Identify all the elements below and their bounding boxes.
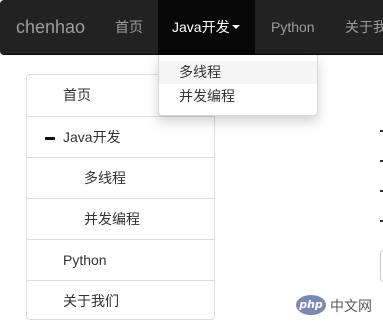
sidebar-item-label: 首页 [63,87,91,103]
navbar-brand[interactable]: chenhao [16,0,85,55]
nav-item-python[interactable]: Python [257,0,329,55]
sidebar-item-label: 并发编程 [84,211,140,227]
php-logo-icon: php [296,295,326,315]
page: chenhao 首页 Java开发 Python 关于我们 首页 Java开发 … [0,0,383,327]
nav-item-java-dropdown[interactable]: Java开发 [158,0,255,55]
sidebar-item-about[interactable]: 关于我们 [27,280,214,321]
sidebar-item-label: 关于我们 [63,293,119,309]
nav-item-label: 关于我们 [345,19,383,35]
java-dropdown-menu: 多线程 并发编程 [158,55,318,116]
sidebar-item-python[interactable]: Python [27,239,214,280]
minus-icon [45,137,55,140]
dropdown-item-multithreading[interactable]: 多线程 [159,61,317,84]
sidebar-item-label: Java开发 [63,129,121,145]
caret-down-icon [231,25,240,30]
nav-item-about[interactable]: 关于我们 [331,0,383,55]
sidebar-item-label: Python [63,252,107,268]
dropdown-item-concurrency[interactable]: 并发编程 [159,85,317,108]
sidebar-item-java[interactable]: Java开发 [27,116,214,157]
navbar: chenhao 首页 Java开发 Python 关于我们 [0,0,383,55]
sidebar-item-multithreading[interactable]: 多线程 [27,157,214,198]
nav-item-home[interactable]: 首页 [101,0,156,55]
watermark-text: 中文网 [330,298,372,314]
nav-item-label: Python [271,19,315,35]
watermark: php 中文网 [296,292,374,320]
sidebar-item-label: 多线程 [84,170,126,186]
nav-item-label: Java开发 [172,19,230,35]
sidebar-item-concurrency[interactable]: 并发编程 [27,198,214,239]
nav-item-label: 首页 [115,19,143,35]
